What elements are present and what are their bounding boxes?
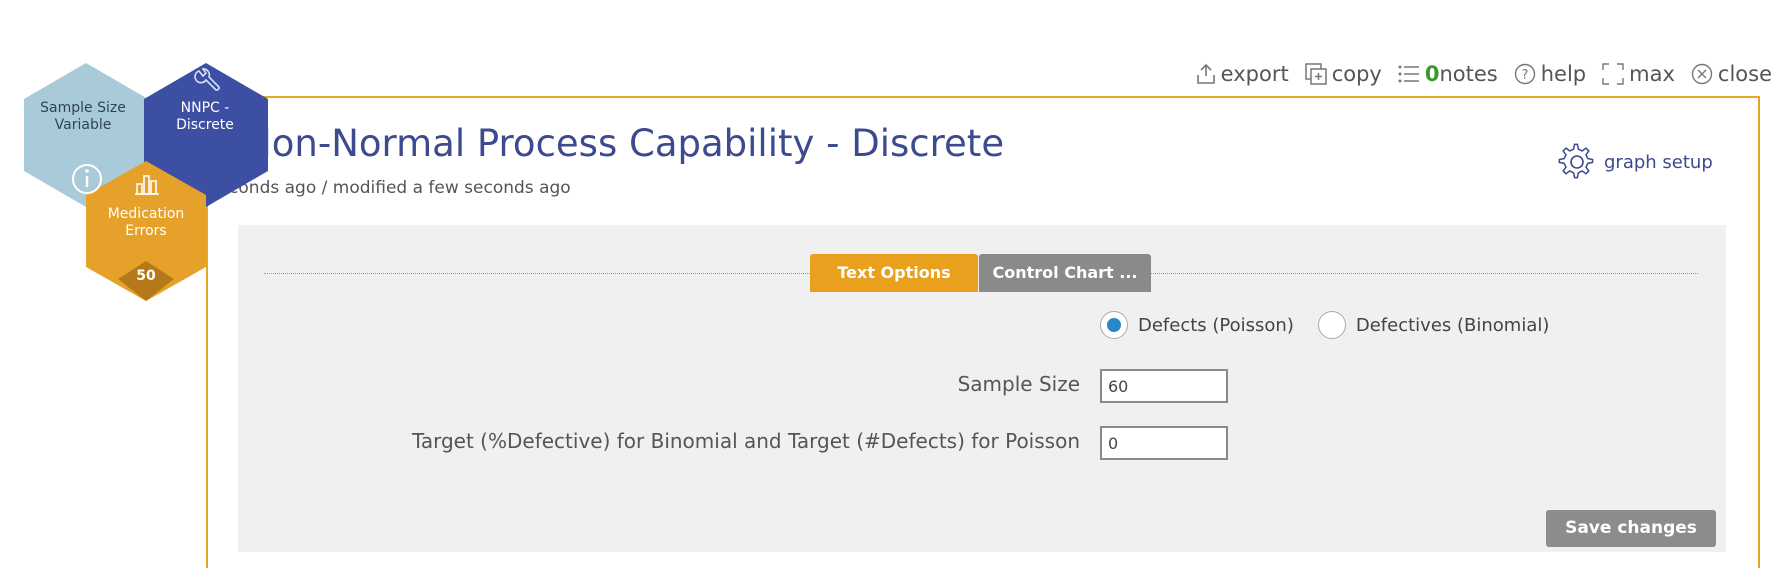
radio-defects-label: Defects (Poisson) <box>1138 314 1294 336</box>
gear-icon <box>1558 143 1594 179</box>
window-toolbar: export copy 0notes ? help max close <box>1196 62 1772 86</box>
sample-size-input[interactable] <box>1100 369 1228 403</box>
copy-button[interactable]: copy <box>1304 62 1382 86</box>
copy-icon <box>1304 63 1327 85</box>
graph-setup-label: graph setup <box>1604 151 1713 173</box>
nnpc-hex-label[interactable]: NNPC - Discrete <box>150 100 260 134</box>
target-input[interactable] <box>1100 426 1228 460</box>
notes-count: 0 <box>1424 62 1440 86</box>
save-changes-button[interactable]: Save changes <box>1546 510 1716 547</box>
radio-defects-poisson[interactable] <box>1100 311 1128 339</box>
wrench-icon <box>194 68 220 91</box>
copy-label: copy <box>1331 62 1382 86</box>
export-button[interactable]: export <box>1196 62 1289 86</box>
help-label: help <box>1540 62 1587 86</box>
svg-text:?: ? <box>1521 68 1528 83</box>
radio-defectives-label: Defectives (Binomial) <box>1355 314 1550 336</box>
tab-control-chart[interactable]: Control Chart ... <box>979 254 1151 292</box>
notes-label: notes <box>1439 62 1498 86</box>
close-label: close <box>1717 62 1772 86</box>
graph-setup-button[interactable]: graph setup <box>1558 143 1713 181</box>
close-icon <box>1691 63 1713 85</box>
export-label: export <box>1220 62 1289 86</box>
close-button[interactable]: close <box>1691 62 1772 86</box>
info-icon[interactable] <box>70 162 104 196</box>
help-button[interactable]: ? help <box>1514 62 1586 86</box>
notes-button[interactable]: 0notes <box>1398 62 1498 86</box>
bar-chart-icon <box>135 175 159 195</box>
export-icon <box>1196 63 1215 84</box>
distribution-radio-group: Defects (Poisson) Defectives (Binomial) <box>1100 311 1549 339</box>
medication-hex-label[interactable]: Medication Errors <box>91 206 201 240</box>
medication-count: 50 <box>136 268 156 284</box>
list-icon <box>1398 65 1419 83</box>
max-button[interactable]: max <box>1602 62 1675 86</box>
sample-size-label: Sample Size <box>957 372 1080 396</box>
target-label: Target (%Defective) for Binomial and Tar… <box>411 429 1080 453</box>
sample-size-hex-label[interactable]: Sample Size Variable <box>28 100 138 134</box>
maximize-icon <box>1602 63 1624 85</box>
help-icon: ? <box>1514 63 1535 85</box>
tab-text-options[interactable]: Text Options <box>810 254 978 292</box>
max-label: max <box>1629 62 1675 86</box>
radio-defectives-binomial[interactable] <box>1317 311 1346 339</box>
